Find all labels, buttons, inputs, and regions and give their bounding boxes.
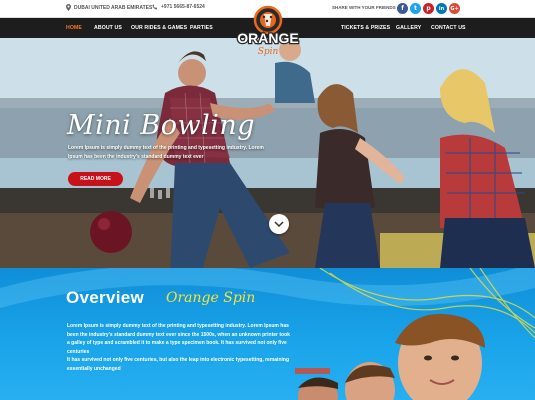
location-info: DUBAI UNITED ARAB EMIRATES (66, 4, 152, 11)
overview-paragraph-2: It has survived not only five centuries,… (67, 357, 289, 372)
share-label: SHARE WITH YOUR FRIENDS (332, 5, 396, 10)
nav-tickets-prizes[interactable]: TICKETS & PRIZES (341, 25, 390, 31)
overview-section: Overview Orange Spin Lorem Ipsum is simp… (0, 268, 535, 400)
nav-parties[interactable]: PARTIES (190, 25, 213, 31)
phone-info[interactable]: +971 5665-87-6524 (152, 4, 205, 10)
nav-home[interactable]: HOME (66, 25, 82, 31)
phone-icon (152, 4, 158, 10)
overview-heading: Overview (66, 288, 145, 307)
location-text: DUBAI UNITED ARAB EMIRATES (74, 4, 153, 11)
phone-text: +971 5665-87-6524 (161, 4, 205, 10)
nav-about[interactable]: ABOUT US (94, 25, 122, 31)
map-pin-icon (66, 4, 71, 11)
nav-contact[interactable]: CONTACT US (431, 25, 466, 31)
nav-rides-games[interactable]: OUR RIDES & GAMES (131, 25, 187, 31)
chevron-down-icon (274, 221, 284, 227)
logo-sub-text: Spin (258, 47, 279, 56)
twitter-icon[interactable]: t (410, 3, 421, 14)
scroll-down-button[interactable] (269, 214, 289, 234)
google-plus-icon[interactable]: G+ (449, 3, 460, 14)
overview-paragraph-1: Lorem Ipsum is simply dummy text of the … (67, 323, 290, 355)
linkedin-icon[interactable]: in (436, 3, 447, 14)
social-links: f t p in G+ (397, 3, 460, 14)
brand-logo[interactable]: ORANGE Spin (234, 4, 302, 57)
hero-title: Mini Bowling (67, 110, 256, 141)
overview-subheading: Orange Spin (166, 290, 256, 306)
facebook-icon[interactable]: f (397, 3, 408, 14)
logo-graphic: ORANGE Spin (236, 5, 300, 57)
hero-banner: Mini Bowling Lorem Ipsum is simply dummy… (0, 38, 535, 268)
logo-main-text: ORANGE (237, 30, 298, 46)
pinterest-icon[interactable]: p (423, 3, 434, 14)
nav-gallery[interactable]: GALLERY (396, 25, 421, 31)
read-more-button[interactable]: READ MORE (68, 172, 123, 186)
hero-description: Lorem Ipsum is simply dummy text of the … (68, 145, 264, 160)
